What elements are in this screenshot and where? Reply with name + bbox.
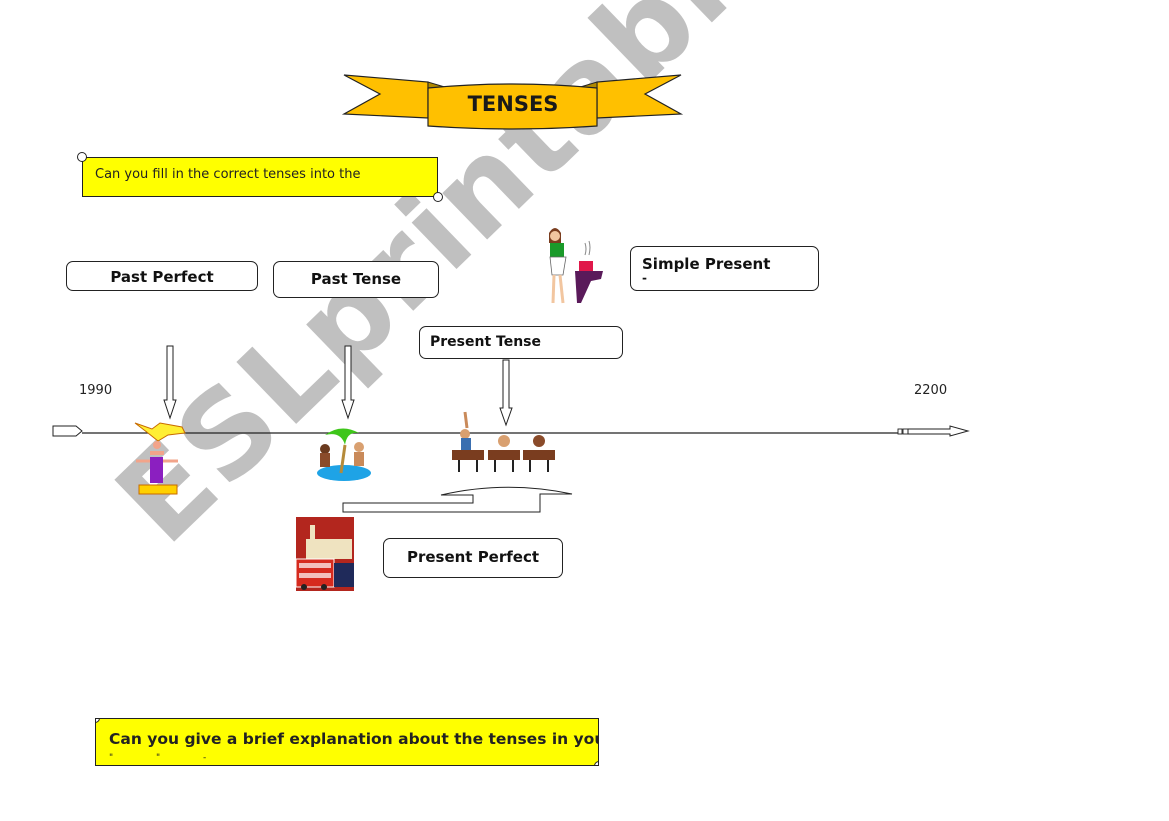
instruction-box-bottom: Can you give a brief explanation about t… <box>95 718 599 766</box>
london-bus-illustration <box>295 517 354 591</box>
past-tense-arrow <box>341 345 355 420</box>
timeline-end-mark-2 <box>902 428 909 435</box>
instruction-text-bottom: Can you give a brief explanation about t… <box>109 730 599 748</box>
timeline-end-arrow <box>907 425 970 437</box>
timeline <box>52 345 970 513</box>
present-perfect-arrow <box>342 486 573 513</box>
classroom-students-illustration <box>452 411 555 472</box>
timeline-end-mark-1 <box>897 428 903 435</box>
past-perfect-arrow <box>163 345 177 420</box>
woman-cooking-illustration <box>549 228 603 304</box>
timeline-start-arrow <box>52 425 83 437</box>
instruction-text-bottom-cutoff: " " - <box>109 753 227 763</box>
acrobats-illustration <box>134 422 186 495</box>
island-vacation-illustration <box>317 428 371 481</box>
